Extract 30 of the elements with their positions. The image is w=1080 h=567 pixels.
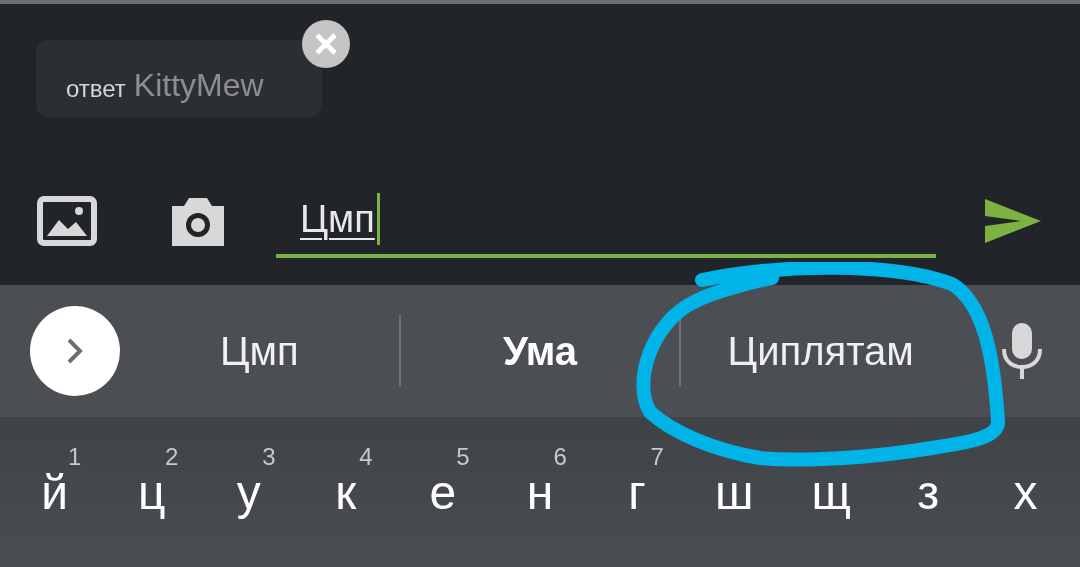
microphone-icon[interactable] <box>1000 321 1044 381</box>
key[interactable]: з <box>917 469 940 567</box>
key[interactable]: щ <box>811 469 851 567</box>
reply-label: ответ <box>66 77 126 101</box>
chevron-right-icon <box>66 337 84 365</box>
message-input[interactable]: Цмп <box>276 184 936 258</box>
suggestion[interactable]: Циплятам <box>727 321 914 381</box>
key[interactable]: у <box>236 469 261 567</box>
key-hint: 7 <box>650 445 664 469</box>
key[interactable]: к <box>335 469 357 567</box>
image-icon[interactable] <box>37 196 97 246</box>
key-hint: 3 <box>262 445 276 469</box>
close-button[interactable] <box>302 20 350 68</box>
suggestion[interactable]: Цмп <box>219 321 299 381</box>
key[interactable]: ц <box>137 469 166 567</box>
key-hint: 6 <box>553 445 567 469</box>
close-icon <box>314 32 338 56</box>
key-hint: 1 <box>68 445 82 469</box>
key[interactable]: г <box>628 469 646 567</box>
reply-username: KittyMew <box>133 69 264 101</box>
suggestion[interactable]: Ума <box>502 321 578 381</box>
key[interactable]: й <box>41 469 68 567</box>
key[interactable]: х <box>1013 469 1038 567</box>
key[interactable]: н <box>526 469 554 567</box>
key[interactable]: ш <box>714 469 754 567</box>
send-icon[interactable] <box>985 199 1041 243</box>
key-hint: 5 <box>456 445 470 469</box>
key[interactable]: е <box>429 469 457 567</box>
key-hint: 4 <box>359 445 373 469</box>
key-hint: 2 <box>165 445 179 469</box>
